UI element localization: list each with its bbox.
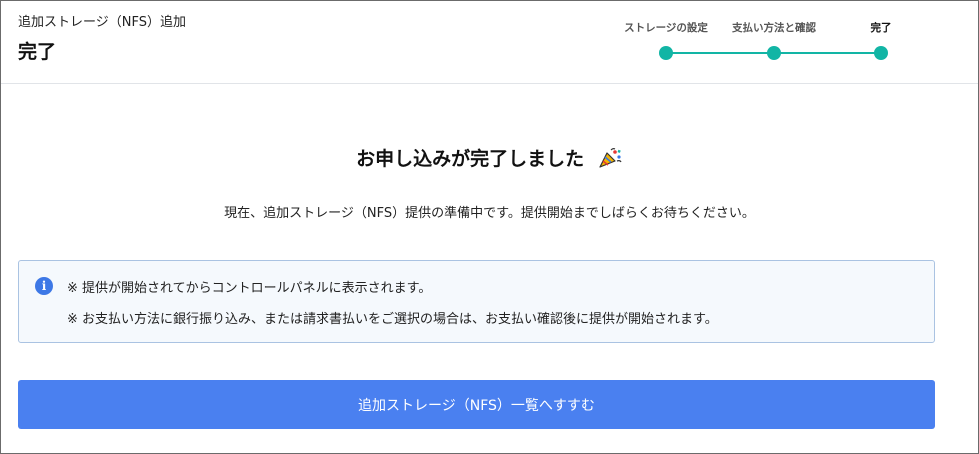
step-dot-payment-confirm	[767, 46, 781, 60]
go-to-storage-list-button[interactable]: 追加ストレージ（NFS）一覧へすすむ	[18, 380, 935, 429]
step-label-payment-confirm: 支払い方法と確認	[732, 22, 816, 34]
completion-heading-text: お申し込みが完了しました	[356, 148, 585, 170]
party-popper-icon	[597, 147, 623, 169]
step-dot-storage-settings	[659, 46, 673, 60]
step-dot-complete	[874, 46, 888, 60]
completion-heading: お申し込みが完了しました	[1, 144, 978, 171]
page-title: 完了	[18, 41, 57, 63]
info-notice-line: ※ お支払い方法に銀行振り込み、または請求書払いをご選択の場合は、お支払い確認後…	[67, 312, 718, 327]
step-label-storage-settings: ストレージの設定	[624, 22, 708, 34]
page-subtitle: 追加ストレージ（NFS）追加	[18, 15, 186, 30]
page-frame: 追加ストレージ（NFS）追加 完了 ストレージの設定 支払い方法と確認 完了 お…	[0, 0, 979, 454]
page-header: 追加ストレージ（NFS）追加 完了 ストレージの設定 支払い方法と確認 完了	[1, 1, 978, 84]
info-icon: i	[35, 277, 53, 295]
completion-description: 現在、追加ストレージ（NFS）提供の準備中です。提供開始までしばらくお待ちくださ…	[224, 206, 755, 221]
step-label-complete: 完了	[870, 22, 892, 34]
info-notice-box: i ※ 提供が開始されてからコントロールパネルに表示されます。 ※ お支払い方法…	[18, 260, 935, 343]
info-notice-line: ※ 提供が開始されてからコントロールパネルに表示されます。	[67, 281, 432, 296]
